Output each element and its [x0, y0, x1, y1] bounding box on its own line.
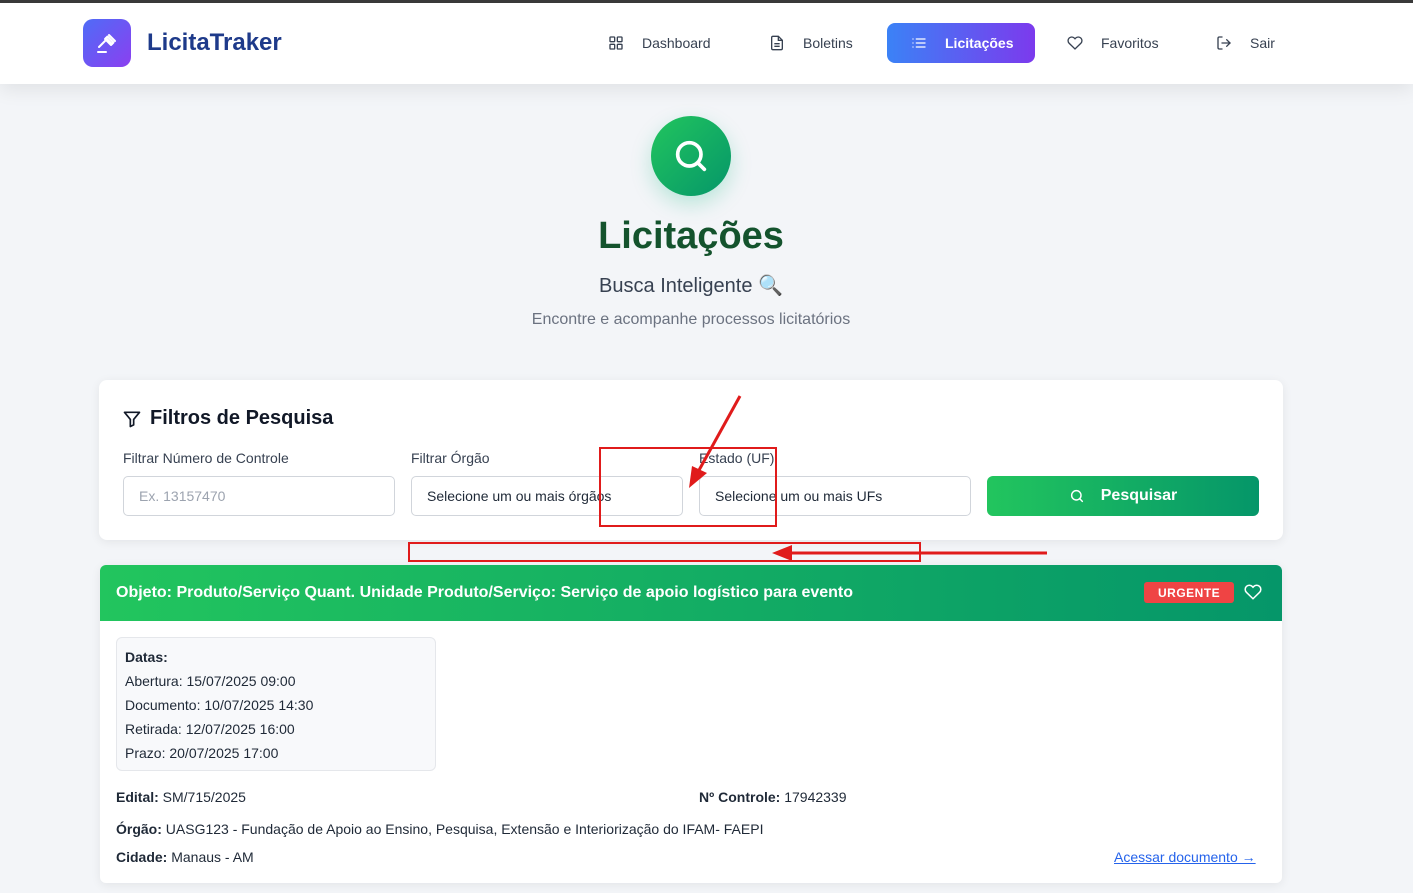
date-retirada-value: 12/07/2025 16:00 — [185, 721, 295, 737]
city-label: Cidade: — [116, 849, 168, 865]
edital-value: SM/715/2025 — [162, 789, 246, 805]
logout-icon — [1217, 36, 1231, 50]
favorite-heart-icon[interactable] — [1244, 583, 1264, 603]
brand[interactable]: LicitaTraker — [83, 19, 282, 67]
nav-sair[interactable]: Sair — [1216, 23, 1275, 63]
edital-info: Edital: SM/715/2025 — [116, 789, 246, 805]
organ-select[interactable]: Selecione um ou mais órgãos — [411, 476, 683, 516]
date-abertura-label: Abertura: — [125, 673, 183, 689]
date-prazo: Prazo: 20/07/2025 17:00 — [125, 744, 427, 768]
nav-licitacoes[interactable]: Licitações — [887, 23, 1035, 63]
nav-licitacoes-label: Licitações — [945, 35, 1014, 51]
filter-icon — [123, 411, 141, 427]
date-abertura-value: 15/07/2025 09:00 — [186, 673, 296, 689]
dates-heading: Datas: — [125, 649, 168, 665]
date-prazo-label: Prazo: — [125, 745, 166, 761]
organ-select-value: Selecione um ou mais órgãos — [427, 488, 612, 504]
control-value: 17942339 — [784, 789, 847, 805]
date-retirada: Retirada: 12/07/2025 16:00 — [125, 720, 427, 744]
annotation-box-gap — [408, 542, 921, 562]
page-title: Licitações — [598, 215, 784, 257]
control-number-input[interactable] — [123, 476, 395, 516]
organ-value: UASG123 - Fundação de Apoio ao Ensino, P… — [165, 821, 764, 837]
gavel-icon — [83, 19, 131, 67]
access-document-link[interactable]: Acessar documento → — [1114, 849, 1256, 865]
control-label: Nº Controle: — [699, 789, 781, 805]
filters-title: Filtros de Pesquisa — [150, 407, 334, 429]
search-filters-panel: Filtros de Pesquisa Filtrar Número de Co… — [99, 380, 1283, 540]
nav-dashboard-label: Dashboard — [642, 35, 711, 51]
nav-boletins[interactable]: Boletins — [769, 23, 853, 63]
organ-info: Órgão: UASG123 - Fundação de Apoio ao En… — [116, 821, 763, 837]
urgent-badge: URGENTE — [1144, 582, 1235, 603]
nav-dashboard[interactable]: Dashboard — [608, 23, 711, 63]
date-documento-value: 10/07/2025 14:30 — [204, 697, 314, 713]
edital-label: Edital: — [116, 789, 159, 805]
search-button-label: Pesquisar — [1100, 487, 1178, 504]
date-retirada-label: Retirada: — [125, 721, 182, 737]
control-number-label: Filtrar Número de Controle — [123, 450, 289, 466]
top-navbar: LicitaTraker Dashboard Boletins Licitaçõ… — [0, 3, 1413, 84]
dates-box: Datas: Abertura: 15/07/2025 09:00 Docume… — [116, 637, 436, 771]
city-value: Manaus - AM — [171, 849, 254, 865]
document-icon — [771, 35, 783, 51]
filters-heading: Filtros de Pesquisa — [122, 407, 333, 430]
nav-favoritos[interactable]: Favoritos — [1067, 23, 1159, 63]
nav-boletins-label: Boletins — [803, 35, 853, 51]
date-prazo-value: 20/07/2025 17:00 — [169, 745, 279, 761]
grid-icon — [609, 36, 623, 50]
organ-filter-label: Filtrar Órgão — [411, 450, 490, 466]
annotation-arrowhead-left — [772, 545, 792, 561]
brand-name: LicitaTraker — [147, 29, 282, 56]
date-documento: Documento: 10/07/2025 14:30 — [125, 696, 427, 720]
control-info: Nº Controle: 17942339 — [699, 789, 847, 805]
result-card-header: Objeto: Produto/Serviço Quant. Unidade P… — [100, 565, 1282, 621]
page-subtitle: Busca Inteligente 🔍 — [599, 275, 783, 297]
page-description: Encontre e acompanhe processos licitatór… — [531, 311, 851, 328]
result-card: Objeto: Produto/Serviço Quant. Unidade P… — [100, 565, 1282, 883]
organ-label: Órgão: — [116, 821, 162, 837]
search-button[interactable]: Pesquisar — [987, 476, 1259, 516]
date-documento-label: Documento: — [125, 697, 201, 713]
search-icon — [651, 116, 731, 196]
state-select[interactable]: Selecione um ou mais UFs — [699, 476, 971, 516]
list-icon — [912, 38, 926, 48]
date-abertura: Abertura: 15/07/2025 09:00 — [125, 672, 427, 696]
nav-sair-label: Sair — [1250, 35, 1275, 51]
search-icon — [1070, 489, 1083, 503]
state-filter-label: Estado (UF) — [699, 450, 775, 466]
heart-icon — [1067, 36, 1083, 50]
state-select-value: Selecione um ou mais UFs — [715, 488, 883, 504]
nav-favoritos-label: Favoritos — [1101, 35, 1159, 51]
result-title: Objeto: Produto/Serviço Quant. Unidade P… — [116, 584, 854, 601]
city-info: Cidade: Manaus - AM — [116, 849, 254, 865]
